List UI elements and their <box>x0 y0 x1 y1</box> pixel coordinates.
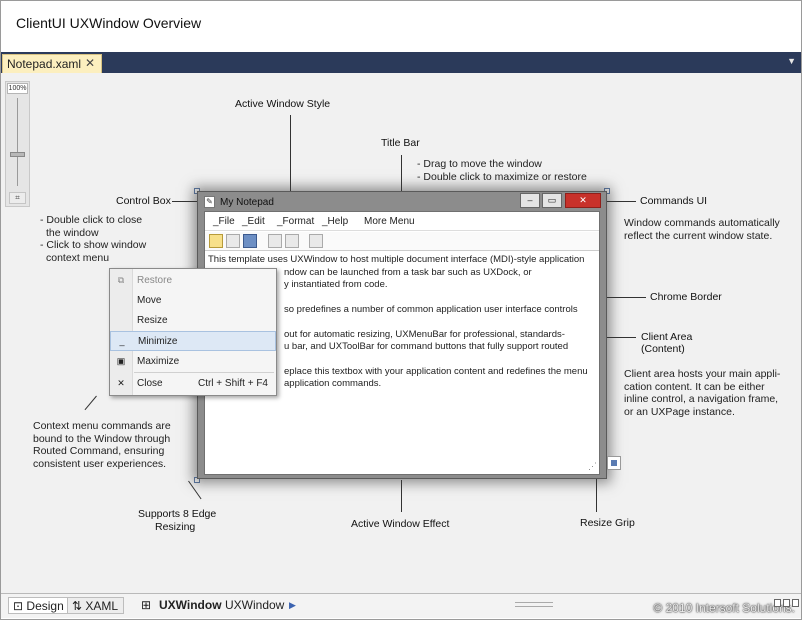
menu-item-move[interactable]: Move <box>110 291 276 311</box>
menu-item-close[interactable]: ✕ Close Ctrl + Shift + F4 <box>110 374 276 394</box>
close-button[interactable]: ✕ <box>565 193 601 208</box>
designer-bottom-bar: ⊡ Design ⇅ XAML ⊞ UXWindow UXWindow ▶ © … <box>1 593 801 618</box>
tab-xaml[interactable]: ⇅ XAML <box>67 597 125 614</box>
menu-format[interactable]: _Format <box>277 216 314 227</box>
control-box-desc-2: the window <box>46 227 99 239</box>
tool-bar <box>205 232 599 251</box>
restore-icon: ⧉ <box>117 275 125 285</box>
maximize-icon: ▣ <box>116 356 126 366</box>
fit-to-screen-icon[interactable]: ⌗ <box>9 192 26 204</box>
menu-file[interactable]: _File <box>213 216 235 227</box>
open-icon[interactable] <box>226 234 240 248</box>
menu-item-label: Move <box>137 295 162 306</box>
control-box-label: Control Box <box>116 195 171 207</box>
new-icon[interactable] <box>209 234 223 248</box>
tab-dropdown-icon[interactable]: ▼ <box>787 56 796 66</box>
menu-item-shortcut: Ctrl + Shift + F4 <box>197 378 268 389</box>
menu-item-label: Resize <box>137 315 168 326</box>
active-window-style-label: Active Window Style <box>235 98 331 110</box>
active-window-effect-line <box>401 480 402 512</box>
menu-separator <box>134 372 274 373</box>
control-box-desc-3: - Click to show window <box>40 239 147 251</box>
print-preview-icon[interactable] <box>268 234 282 248</box>
context-menu-desc-1: Context menu commands are <box>33 420 171 432</box>
menu-more[interactable]: More Menu <box>364 216 415 227</box>
menu-item-label: Maximize <box>137 356 180 367</box>
client-area-desc-3: inline control, a navigation frame, <box>624 393 779 405</box>
split-horizontal-icon[interactable] <box>783 599 790 607</box>
restore-button[interactable]: ▭ <box>542 193 562 208</box>
window-title: My Notepad <box>220 197 274 208</box>
control-box-desc-4: context menu <box>46 252 110 264</box>
zoom-slider[interactable]: 100% ⌗ <box>5 81 30 207</box>
resize-grip-label: Resize Grip <box>580 517 635 529</box>
commands-ui-desc-2: reflect the current window state. <box>624 230 773 242</box>
menu-bar: _File _Edit _Format _Help More Menu <box>205 212 599 231</box>
breadcrumb-child[interactable]: UXWindow <box>225 598 284 612</box>
tab-design[interactable]: ⊡ Design <box>8 597 70 614</box>
context-menu-desc-4: consistent user experiences. <box>33 458 167 470</box>
menu-item-label: Minimize <box>138 336 178 347</box>
chrome-border-label: Chrome Border <box>650 291 722 303</box>
swap-icon: ⇅ <box>72 599 83 613</box>
client-area-desc-4: or an UXPage instance. <box>624 406 735 418</box>
client-area-label: Client Area <box>641 331 693 343</box>
menu-item-minimize[interactable]: _ Minimize <box>110 331 276 351</box>
close-icon: ✕ <box>117 378 125 388</box>
zoom-level: 100% <box>7 83 28 94</box>
active-window-style-line <box>290 115 291 197</box>
design-tab-label: Design <box>26 599 64 613</box>
breadcrumb-arrow-icon[interactable]: ▶ <box>289 600 296 611</box>
minimize-icon: _ <box>119 336 125 346</box>
image-icon[interactable] <box>309 234 323 248</box>
minimize-button[interactable]: – <box>520 193 540 208</box>
control-box-icon[interactable]: ✎ <box>204 196 215 208</box>
client-area-desc-2: cation content. It can be either <box>624 381 765 393</box>
title-bar-desc-2: - Double click to maximize or restore <box>417 171 587 183</box>
splitter-grip[interactable] <box>515 602 553 607</box>
control-box-desc-1: - Double click to close <box>40 214 143 226</box>
menu-edit[interactable]: _Edit <box>242 216 265 227</box>
close-tab-icon[interactable]: ✕ <box>85 56 95 70</box>
active-window-effect-label: Active Window Effect <box>351 518 450 530</box>
document-outline-icon[interactable]: ⊞ <box>141 598 151 612</box>
collapse-pane-icon[interactable] <box>792 599 799 607</box>
menu-help[interactable]: _Help <box>322 216 348 227</box>
title-bar-label: Title Bar <box>381 137 420 149</box>
menu-item-resize[interactable]: Resize <box>110 311 276 331</box>
resizing-label-1: Supports 8 Edge <box>138 508 217 520</box>
tab-label: Notepad.xaml <box>7 57 82 71</box>
commands-ui-label: Commands UI <box>640 195 708 207</box>
design-icon: ⊡ <box>13 599 24 613</box>
xaml-tab-label: XAML <box>85 599 119 613</box>
commands-ui-desc-1: Window commands automatically <box>624 217 780 229</box>
breadcrumb-root[interactable]: UXWindow <box>159 598 222 612</box>
chrome-border-line <box>606 297 646 298</box>
document-tab-strip: Notepad.xaml ✕ ▼ <box>1 52 801 73</box>
resize-grip-adorner[interactable] <box>607 456 621 470</box>
save-icon[interactable] <box>243 234 257 248</box>
window-context-menu: ⧉ Restore Move Resize _ Minimize ▣ Maxim… <box>109 268 277 396</box>
split-vertical-icon[interactable] <box>774 599 781 607</box>
tab-notepad-xaml[interactable]: Notepad.xaml ✕ <box>2 54 102 73</box>
resize-grip-icon[interactable]: ⋰ <box>588 461 597 472</box>
menu-item-label: Close <box>137 378 163 389</box>
zoom-thumb[interactable] <box>10 152 25 157</box>
resizing-label-2: Resizing <box>155 521 196 533</box>
print-icon[interactable] <box>285 234 299 248</box>
client-area-desc-1: Client area hosts your main appli- <box>624 368 781 380</box>
zoom-track <box>17 98 18 186</box>
menu-item-label: Restore <box>137 275 173 286</box>
menu-item-restore[interactable]: ⧉ Restore <box>110 271 276 291</box>
title-bar-desc-1: - Drag to move the window <box>417 158 542 170</box>
page-title: ClientUI UXWindow Overview <box>16 15 202 31</box>
menu-item-maximize[interactable]: ▣ Maximize <box>110 352 276 372</box>
context-menu-desc-2: bound to the Window through <box>33 433 171 445</box>
context-menu-desc-3: Routed Command, ensuring <box>33 445 165 457</box>
content-line: This template uses UXWindow to host mult… <box>208 254 585 265</box>
client-area-sub-label: (Content) <box>641 343 685 355</box>
